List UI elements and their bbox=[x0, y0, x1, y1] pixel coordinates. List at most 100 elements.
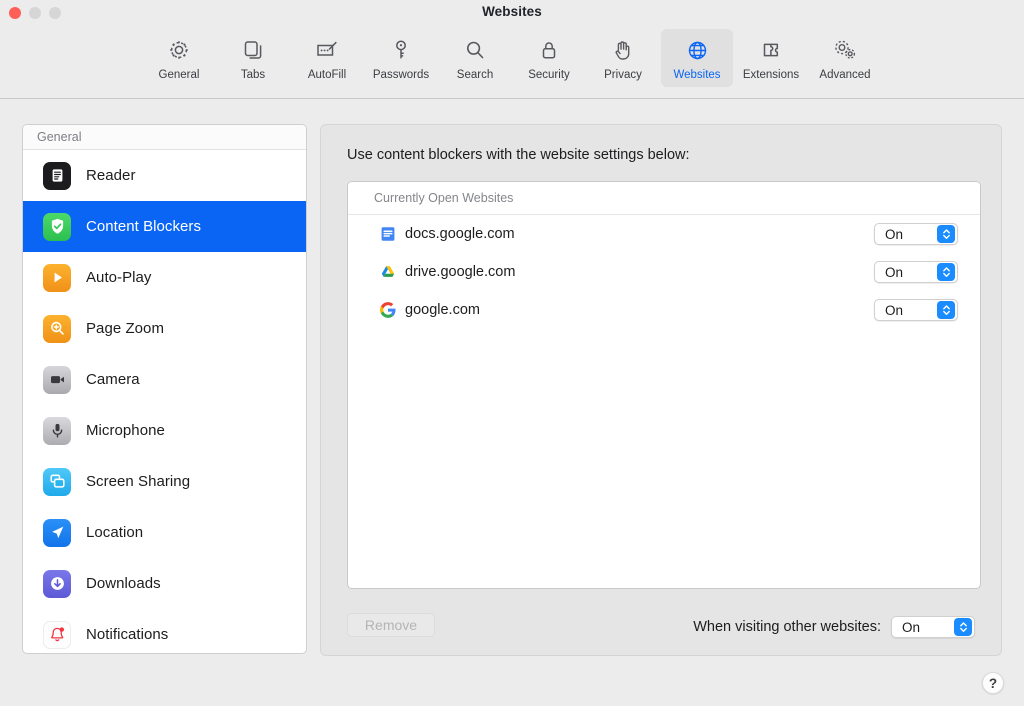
dropdown-value: On bbox=[885, 226, 904, 242]
download-icon bbox=[43, 569, 71, 598]
site-setting-dropdown[interactable]: On bbox=[874, 223, 958, 245]
bell-icon bbox=[43, 620, 71, 649]
sidebar-item-auto-play[interactable]: Auto-Play bbox=[23, 252, 306, 303]
sidebar-item-downloads[interactable]: Downloads bbox=[23, 558, 306, 609]
sidebar-item-page-zoom[interactable]: Page Zoom bbox=[23, 303, 306, 354]
site-setting-dropdown[interactable]: On bbox=[874, 299, 958, 321]
toolbar-label: Tabs bbox=[240, 69, 266, 81]
sidebar-item-content-blockers[interactable]: Content Blockers bbox=[23, 201, 306, 252]
hand-icon bbox=[610, 35, 636, 65]
other-websites-label: When visiting other websites: bbox=[693, 619, 881, 635]
sidebar-item-label: Content Blockers bbox=[86, 218, 202, 235]
toolbar-item-search[interactable]: Search bbox=[439, 29, 511, 87]
dropdown-value: On bbox=[885, 302, 904, 318]
toolbar-item-security[interactable]: Security bbox=[513, 29, 585, 87]
toolbar-item-websites[interactable]: Websites bbox=[661, 29, 733, 87]
site-info: docs.google.com bbox=[380, 226, 874, 242]
table-row[interactable]: google.com On bbox=[348, 291, 980, 329]
site-name: docs.google.com bbox=[405, 226, 515, 242]
sidebar-item-label: Page Zoom bbox=[86, 320, 164, 337]
sidebar-item-reader[interactable]: Reader bbox=[23, 150, 306, 201]
toolbar-label: Search bbox=[456, 69, 494, 81]
sidebar-item-label: Reader bbox=[86, 167, 136, 184]
sidebar-item-location[interactable]: Location bbox=[23, 507, 306, 558]
tabs-icon bbox=[240, 35, 266, 65]
camera-icon bbox=[43, 365, 71, 394]
dropdown-value: On bbox=[902, 619, 921, 635]
list-section-header: Currently Open Websites bbox=[348, 182, 980, 215]
sidebar-header: General bbox=[23, 125, 306, 150]
toolbar-item-passwords[interactable]: Passwords bbox=[365, 29, 437, 87]
sidebar-item-label: Camera bbox=[86, 371, 140, 388]
puzzle-icon bbox=[758, 35, 784, 65]
gears-icon bbox=[831, 35, 859, 65]
magnifier-plus-icon bbox=[43, 314, 71, 343]
remove-button[interactable]: Remove bbox=[347, 613, 435, 637]
search-icon bbox=[462, 35, 488, 65]
other-websites-setting: When visiting other websites: On bbox=[693, 616, 975, 638]
help-button[interactable]: ? bbox=[982, 672, 1004, 694]
screen-share-icon bbox=[43, 467, 71, 496]
sidebar-list: Reader Content Blockers Auto-Play Page Z… bbox=[23, 150, 306, 653]
toolbar-label: Security bbox=[528, 69, 570, 81]
toolbar-item-privacy[interactable]: Privacy bbox=[587, 29, 659, 87]
reader-icon bbox=[43, 161, 71, 190]
websites-list: Currently Open Websites docs.google.com … bbox=[347, 181, 981, 589]
key-icon bbox=[388, 35, 414, 65]
sidebar-item-camera[interactable]: Camera bbox=[23, 354, 306, 405]
toolbar-label: Advanced bbox=[819, 69, 871, 81]
chevron-updown-icon bbox=[937, 263, 955, 281]
google-drive-icon bbox=[380, 264, 396, 280]
toolbar-item-tabs[interactable]: Tabs bbox=[217, 29, 289, 87]
sidebar-item-label: Microphone bbox=[86, 422, 165, 439]
toolbar-label: Extensions bbox=[742, 69, 800, 81]
preferences-window: Websites General Tabs AutoFill Passwords… bbox=[0, 0, 1024, 706]
sidebar-item-notifications[interactable]: Notifications bbox=[23, 609, 306, 653]
toolbar-item-general[interactable]: General bbox=[143, 29, 215, 87]
titlebar: Websites bbox=[0, 0, 1024, 27]
google-g-icon bbox=[380, 302, 396, 318]
globe-icon bbox=[684, 35, 711, 65]
site-info: google.com bbox=[380, 302, 874, 318]
panel-description: Use content blockers with the website se… bbox=[347, 147, 690, 163]
chevron-updown-icon bbox=[937, 301, 955, 319]
sidebar-item-label: Location bbox=[86, 524, 144, 541]
sidebar-item-label: Auto-Play bbox=[86, 269, 152, 286]
preferences-content: General Reader Content Blockers Auto-Pla… bbox=[0, 100, 1024, 706]
toolbar-item-autofill[interactable]: AutoFill bbox=[291, 29, 363, 87]
toolbar-label: General bbox=[158, 69, 200, 81]
toolbar-item-extensions[interactable]: Extensions bbox=[735, 29, 807, 87]
window-title: Websites bbox=[482, 4, 542, 19]
sidebar-item-screen-sharing[interactable]: Screen Sharing bbox=[23, 456, 306, 507]
dropdown-value: On bbox=[885, 264, 904, 280]
preferences-toolbar: General Tabs AutoFill Passwords Search S… bbox=[0, 27, 1024, 99]
sidebar-item-microphone[interactable]: Microphone bbox=[23, 405, 306, 456]
sidebar-item-label: Downloads bbox=[86, 575, 161, 592]
shield-check-icon bbox=[43, 212, 71, 241]
sidebar-item-label: Screen Sharing bbox=[86, 473, 191, 490]
content-blockers-panel: Use content blockers with the website se… bbox=[320, 124, 1002, 656]
play-icon bbox=[43, 263, 71, 292]
site-info: drive.google.com bbox=[380, 264, 874, 280]
toolbar-item-advanced[interactable]: Advanced bbox=[809, 29, 881, 87]
sidebar-item-label: Notifications bbox=[86, 626, 169, 643]
toolbar-label: AutoFill bbox=[307, 69, 347, 81]
table-row[interactable]: drive.google.com On bbox=[348, 253, 980, 291]
toolbar-label: Websites bbox=[673, 69, 721, 81]
location-arrow-icon bbox=[43, 518, 71, 547]
toolbar-label: Privacy bbox=[604, 69, 642, 81]
lock-icon bbox=[536, 35, 562, 65]
table-row[interactable]: docs.google.com On bbox=[348, 215, 980, 253]
toolbar-label: Passwords bbox=[372, 69, 430, 81]
microphone-icon bbox=[43, 416, 71, 445]
gear-icon bbox=[166, 35, 192, 65]
site-setting-dropdown[interactable]: On bbox=[874, 261, 958, 283]
chevron-updown-icon bbox=[954, 618, 972, 636]
google-docs-icon bbox=[380, 226, 396, 242]
autofill-icon bbox=[313, 35, 341, 65]
chevron-updown-icon bbox=[937, 225, 955, 243]
settings-sidebar: General Reader Content Blockers Auto-Pla… bbox=[22, 124, 307, 654]
other-websites-dropdown[interactable]: On bbox=[891, 616, 975, 638]
site-name: google.com bbox=[405, 302, 480, 318]
site-name: drive.google.com bbox=[405, 264, 516, 280]
